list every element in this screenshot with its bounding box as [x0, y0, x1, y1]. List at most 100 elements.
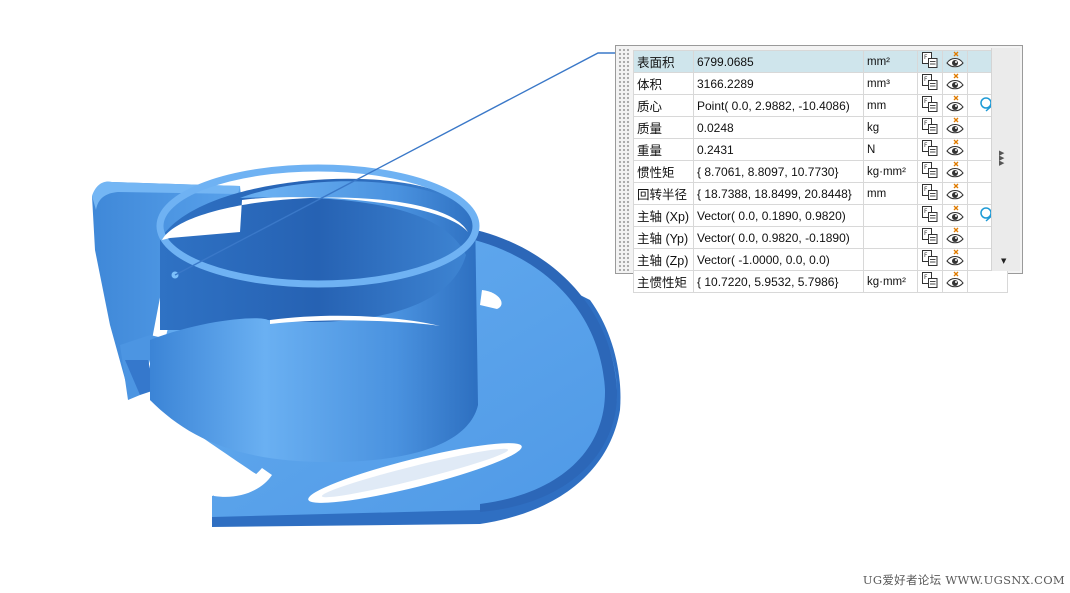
export-to-expression-icon[interactable]: F — [921, 162, 939, 180]
visibility-cell — [942, 204, 968, 227]
visibility-cell — [942, 138, 968, 161]
measurement-row[interactable]: 惯性矩{ 8.7061, 8.8097, 10.7730} kg·mm² F — [633, 160, 1008, 183]
export-cell: F — [917, 226, 943, 249]
extra-cell — [967, 270, 1008, 293]
scroll-down-icon[interactable]: ▼ — [1001, 257, 1009, 265]
show-hide-icon[interactable] — [945, 249, 965, 268]
export-to-expression-icon[interactable]: F — [921, 96, 939, 114]
more-options-icon[interactable]: ▶ ▶ ▶ — [999, 150, 1009, 167]
svg-text:F: F — [924, 76, 928, 83]
export-cell: F — [917, 50, 943, 73]
measurement-value: 0.0248 — [693, 116, 864, 139]
measurement-results-panel[interactable]: 表面积 6799.0685 mm² F 体积 3166.2289 mm³ F 质心 Point( … — [615, 45, 1023, 293]
visibility-cell — [942, 248, 968, 271]
measurement-unit: N — [863, 138, 918, 161]
measurement-name: 主轴 (Yp) — [633, 226, 694, 249]
measurement-row[interactable]: 主轴 (Zp) Vector( -1.0000, 0.0, 0.0) F — [633, 248, 1008, 271]
panel-side-strip: ▶ ▶ ▶ ▼ — [991, 48, 1020, 271]
export-cell: F — [917, 94, 943, 117]
measurement-row[interactable]: 质量 0.0248 kg F — [633, 116, 1008, 139]
export-cell: F — [917, 138, 943, 161]
measurement-name: 惯性矩 — [633, 160, 694, 183]
measurement-table: 表面积 6799.0685 mm² F 体积 3166.2289 mm³ F 质心 Point( … — [633, 50, 1008, 293]
measurement-value: 3166.2289 — [693, 72, 864, 95]
visibility-cell — [942, 182, 968, 205]
export-to-expression-icon[interactable]: F — [921, 52, 939, 70]
measurement-unit: kg·mm² — [863, 160, 918, 183]
export-to-expression-icon[interactable]: F — [921, 74, 939, 92]
svg-text:F: F — [924, 142, 928, 149]
show-hide-icon[interactable] — [945, 117, 965, 136]
export-cell: F — [917, 72, 943, 95]
export-to-expression-icon[interactable]: F — [921, 250, 939, 268]
measurement-row[interactable]: 表面积 6799.0685 mm² F — [633, 50, 1008, 73]
svg-text:F: F — [924, 98, 928, 105]
measurement-row[interactable]: 体积 3166.2289 mm³ F — [633, 72, 1008, 95]
visibility-cell — [942, 72, 968, 95]
export-to-expression-icon[interactable]: F — [921, 118, 939, 136]
measurement-value: { 10.7220, 5.9532, 5.7986} — [693, 270, 864, 293]
svg-text:F: F — [924, 274, 928, 281]
measurement-row[interactable]: 回转半径{ 18.7388, 18.8499, 20.8448} mm F — [633, 182, 1008, 205]
measurement-row[interactable]: 主惯性矩{ 10.7220, 5.9532, 5.7986} kg·mm² F — [633, 270, 1008, 293]
export-to-expression-icon[interactable]: F — [921, 140, 939, 158]
measurement-name: 重量 — [633, 138, 694, 161]
export-cell: F — [917, 204, 943, 227]
export-to-expression-icon[interactable]: F — [921, 228, 939, 246]
svg-text:F: F — [924, 208, 928, 215]
measurement-row[interactable]: 主轴 (Yp) Vector( 0.0, 0.9820, -0.1890) F — [633, 226, 1008, 249]
measurement-value: { 18.7388, 18.8499, 20.8448} — [693, 182, 864, 205]
export-to-expression-icon[interactable]: F — [921, 206, 939, 224]
show-hide-icon[interactable] — [945, 205, 965, 224]
measurement-value: { 8.7061, 8.8097, 10.7730} — [693, 160, 864, 183]
measurement-name: 主轴 (Xp) — [633, 204, 694, 227]
svg-text:F: F — [924, 54, 928, 61]
show-hide-icon[interactable] — [945, 139, 965, 158]
measurement-name: 表面积 — [633, 50, 694, 73]
export-cell: F — [917, 182, 943, 205]
svg-text:F: F — [924, 186, 928, 193]
show-hide-icon[interactable] — [945, 51, 965, 70]
svg-text:F: F — [924, 230, 928, 237]
measurement-value: Vector( 0.0, 0.9820, -0.1890) — [693, 226, 864, 249]
visibility-cell — [942, 226, 968, 249]
measurement-name: 体积 — [633, 72, 694, 95]
measurement-value: Vector( 0.0, 0.1890, 0.9820) — [693, 204, 864, 227]
watermark: UG爱好者论坛 WWW.UGSNX.COM — [862, 573, 1065, 587]
export-cell: F — [917, 116, 943, 139]
visibility-cell — [942, 50, 968, 73]
measurement-unit — [863, 204, 918, 227]
measurement-unit: kg — [863, 116, 918, 139]
visibility-cell — [942, 160, 968, 183]
measurement-unit: mm — [863, 94, 918, 117]
measurement-name: 质心 — [633, 94, 694, 117]
measurement-value: Vector( -1.0000, 0.0, 0.0) — [693, 248, 864, 271]
visibility-cell — [942, 116, 968, 139]
measurement-unit: mm² — [863, 50, 918, 73]
measurement-name: 回转半径 — [633, 182, 694, 205]
export-cell: F — [917, 160, 943, 183]
show-hide-icon[interactable] — [945, 227, 965, 246]
measurement-name: 主轴 (Zp) — [633, 248, 694, 271]
export-to-expression-icon[interactable]: F — [921, 272, 939, 290]
export-cell: F — [917, 248, 943, 271]
panel-drag-handle[interactable] — [618, 48, 630, 271]
show-hide-icon[interactable] — [945, 161, 965, 180]
export-to-expression-icon[interactable]: F — [921, 184, 939, 202]
part-model[interactable] — [92, 164, 621, 527]
svg-text:F: F — [924, 164, 928, 171]
measurement-value: Point( 0.0, 2.9882, -10.4086) — [693, 94, 864, 117]
show-hide-icon[interactable] — [945, 183, 965, 202]
measurement-row[interactable]: 主轴 (Xp) Vector( 0.0, 0.1890, 0.9820) F — [633, 204, 1008, 227]
export-cell: F — [917, 270, 943, 293]
show-hide-icon[interactable] — [945, 95, 965, 114]
measurement-unit: mm³ — [863, 72, 918, 95]
measurement-name: 质量 — [633, 116, 694, 139]
measurement-row[interactable]: 重量 0.2431 N F — [633, 138, 1008, 161]
measurement-value: 6799.0685 — [693, 50, 864, 73]
visibility-cell — [942, 94, 968, 117]
visibility-cell — [942, 270, 968, 293]
measurement-row[interactable]: 质心 Point( 0.0, 2.9882, -10.4086) mm F — [633, 94, 1008, 117]
show-hide-icon[interactable] — [945, 271, 965, 290]
show-hide-icon[interactable] — [945, 73, 965, 92]
